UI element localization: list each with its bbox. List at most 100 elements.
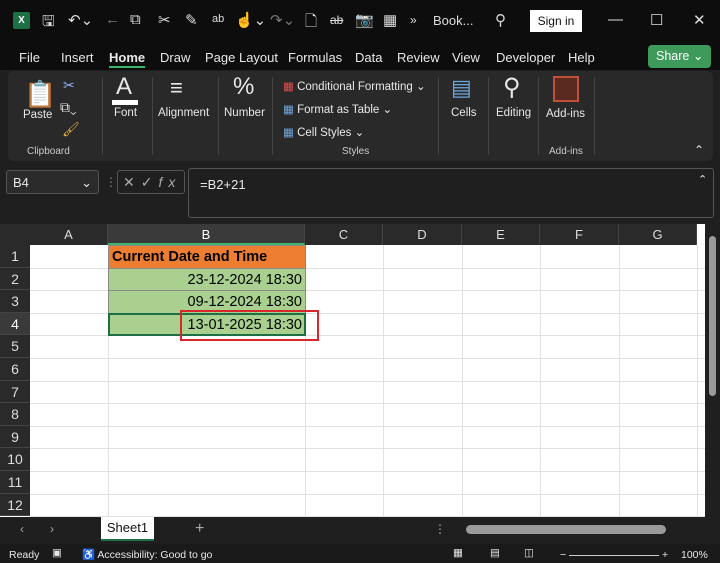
tab-draw[interactable]: Draw [160,50,190,65]
camera-icon[interactable]: 📷 [355,11,374,29]
column-header-F[interactable]: F [540,224,619,245]
row-header-12[interactable]: 12 [0,493,30,517]
add-sheet-button[interactable]: + [195,520,204,538]
editing-button[interactable]: Editing [496,107,531,119]
fx-icon[interactable]: fx [158,174,181,190]
row-header-8[interactable]: 8 [0,403,30,426]
column-header-C[interactable]: C [305,224,383,245]
touch-icon[interactable]: ☝⌄ [235,11,266,29]
cells-icon[interactable]: ▤ [451,75,472,101]
font-icon[interactable]: A [116,73,132,101]
select-all-button[interactable] [0,224,30,245]
more-icon: ⋮ [434,522,446,536]
document-title: Book... [433,13,474,28]
cells-button[interactable]: Cells [451,107,477,119]
search-icon[interactable]: ⚲ [495,11,506,29]
format-painter-icon[interactable]: 🖌 [62,121,80,138]
back-icon[interactable]: ← [105,11,120,28]
highlight-box [180,309,319,341]
row-header-3[interactable]: 3 [0,290,30,313]
spelling-icon[interactable]: ab [212,13,224,25]
column-header-G[interactable]: G [619,224,697,245]
name-box[interactable]: B4 ⌄ [6,170,99,194]
tab-insert[interactable]: Insert [61,50,94,65]
vertical-scrollbar[interactable] [705,224,720,517]
row-header-11[interactable]: 11 [0,471,30,494]
column-header-B[interactable]: B [108,224,305,245]
close-button[interactable]: ✕ [693,11,706,29]
row-header-6[interactable]: 6 [0,358,30,381]
collapse-ribbon-icon[interactable]: ⌃ [694,143,704,157]
page-break-view-icon[interactable]: ◫ [524,547,534,559]
editing-search-icon[interactable]: ⚲ [503,73,521,102]
overflow-icon[interactable]: » [410,13,417,27]
tab-data[interactable]: Data [355,50,382,65]
paste-icon[interactable]: 📋 [24,79,56,110]
tab-review[interactable]: Review [397,50,440,65]
minimize-button[interactable]: — [608,11,623,28]
save-icon[interactable]: 🖫 [42,11,55,36]
horizontal-scrollbar[interactable] [466,525,666,534]
alignment-icon[interactable]: ≡ [170,75,183,101]
addins-button[interactable]: Add-ins [546,108,585,120]
tab-view[interactable]: View [452,50,480,65]
formula-buttons[interactable]: ✕✓fx [117,170,185,194]
cut-icon[interactable]: ✂ [63,77,75,94]
format-as-table-button[interactable]: ▦ Format as Table ⌄ [283,102,392,116]
undo-icon[interactable]: ↶⌄ [68,11,93,29]
tab-formulas[interactable]: Formulas [288,50,342,65]
row-header-5[interactable]: 5 [0,335,30,358]
row-header-4[interactable]: 4 [0,312,30,336]
column-header-E[interactable]: E [462,224,540,245]
tab-developer[interactable]: Developer [496,50,555,65]
tab-file[interactable]: File [19,50,40,65]
status-bar: Ready ▣ ♿ Accessibility: Good to go ▦ ▤ … [0,544,720,563]
prev-sheet-icon[interactable]: ‹ [20,522,24,536]
cut-icon[interactable]: ✂ [158,11,171,29]
column-header-A[interactable]: A [30,224,108,245]
accessibility-status[interactable]: ♿ Accessibility: Good to go [82,548,212,561]
share-button[interactable]: Share ⌄ [648,45,711,68]
copy-icon[interactable]: ⧉ [130,11,141,28]
excel-logo-icon: X [13,12,30,29]
row-header-1[interactable]: 1 [0,245,30,268]
cell-styles-button[interactable]: ▦ Cell Styles ⌄ [283,125,364,139]
number-icon[interactable]: % [233,73,254,101]
addins-icon[interactable] [553,76,579,102]
new-file-icon[interactable]: 🗋 [305,11,317,36]
tab-page-layout[interactable]: Page Layout [205,50,278,65]
tab-home[interactable]: Home [109,50,146,68]
macro-icon[interactable]: ▣ [52,547,62,559]
cell-styles-icon: ▦ [283,127,294,139]
row-header-7[interactable]: 7 [0,380,30,404]
tab-sheet1[interactable]: Sheet1 [101,517,154,541]
strikethrough-icon[interactable]: ab [330,13,343,27]
sign-in-button[interactable]: Sign in [530,10,582,32]
form-icon[interactable]: ▦ [383,11,397,29]
styles-group-label: Styles [342,146,370,157]
row-header-2[interactable]: 2 [0,267,30,291]
cell-B2[interactable]: 23-12-2024 18:30 [108,267,306,292]
row-header-10[interactable]: 10 [0,448,30,471]
cell-B1[interactable]: Current Date and Time [108,245,306,269]
edit-icon[interactable]: ✎ [185,11,198,29]
spreadsheet-grid[interactable]: A B C D E F G 1 2 3 4 5 6 7 8 9 10 11 12 Current Date and T… [0,224,705,517]
redo-icon[interactable]: ↷⌄ [270,11,295,29]
maximize-button[interactable]: ☐ [650,11,663,29]
tab-help[interactable]: Help [568,50,595,65]
formula-input[interactable]: =B2+21 [188,168,714,218]
alignment-button[interactable]: Alignment [158,107,209,119]
row-header-9[interactable]: 9 [0,425,30,449]
copy-icon[interactable]: ⧉⌄ [60,99,77,116]
font-button[interactable]: Font [114,107,137,119]
column-header-D[interactable]: D [383,224,462,245]
page-layout-view-icon[interactable]: ▤ [490,547,500,559]
zoom-slider[interactable]: − + [560,549,670,561]
expand-formula-icon[interactable]: ⌃ [698,173,707,186]
normal-view-icon[interactable]: ▦ [453,547,463,559]
next-sheet-icon[interactable]: › [50,522,54,536]
number-button[interactable]: Number [224,107,265,119]
zoom-level[interactable]: 100% [681,549,708,561]
conditional-formatting-button[interactable]: ▦ Conditional Formatting ⌄ [283,79,426,93]
paste-button[interactable]: Paste [23,109,52,121]
